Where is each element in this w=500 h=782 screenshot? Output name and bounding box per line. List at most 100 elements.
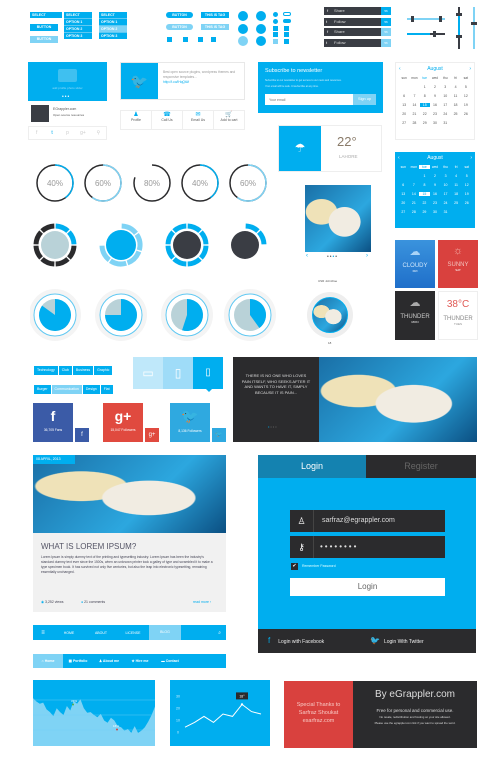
link-icon[interactable]: ⚲ (91, 127, 106, 139)
small-icon-button[interactable] (183, 37, 188, 42)
checkbox[interactable] (273, 39, 278, 44)
calendar-day[interactable]: 9 (430, 183, 441, 187)
calendar-day[interactable]: 12 (461, 183, 472, 187)
calendar-day[interactable]: 7 (409, 183, 420, 187)
calendar-day[interactable]: 3 (440, 85, 450, 89)
pinterest-icon[interactable]: p (60, 127, 75, 139)
radio-button[interactable] (273, 19, 278, 24)
calendar-day[interactable]: 29 (420, 121, 430, 125)
calendar-day[interactable]: 22 (420, 112, 430, 116)
select-dropdown-collapsed[interactable]: SELECT BUTTON BUTTON (30, 12, 62, 43)
calendar-day[interactable]: 30 (430, 210, 441, 214)
checkbox[interactable] (284, 32, 289, 37)
tag-design[interactable]: Design (82, 385, 100, 394)
next-month-button[interactable]: › (470, 155, 472, 161)
share-bar[interactable]: f Share 56 (324, 28, 391, 36)
read-more-link[interactable]: read more › (193, 600, 211, 604)
option-active[interactable]: OPTION 2 (99, 25, 127, 32)
play-circle-button[interactable] (238, 36, 248, 46)
remember-checkbox[interactable]: ✔ (291, 563, 298, 570)
slider-dots[interactable]: ••• (62, 94, 70, 100)
twitter-icon[interactable]: 🐦 (212, 428, 226, 442)
horizontal-slider[interactable] (407, 31, 445, 37)
calendar-day[interactable]: 9 (430, 94, 440, 98)
twitter-login-button[interactable]: 🐦 Login With Twitter (370, 629, 424, 654)
button[interactable]: BUTTON (30, 24, 58, 31)
small-icon-button[interactable] (198, 37, 203, 42)
calendar-day[interactable]: 16 (430, 103, 440, 107)
calendar-day[interactable]: 29 (419, 210, 430, 214)
calendar-day[interactable]: 4 (450, 85, 460, 89)
calendar-day[interactable]: 17 (440, 192, 451, 196)
calendar-day[interactable]: 6 (398, 183, 409, 187)
calendar-day[interactable]: 13 (398, 192, 409, 196)
calendar-day[interactable]: 26 (461, 112, 471, 116)
vertical-slider[interactable] (456, 7, 462, 49)
tab-register[interactable]: Register (366, 455, 476, 478)
share-bar[interactable]: f Share 56 (324, 7, 391, 15)
tag-club[interactable]: Club (58, 366, 72, 375)
small-icon-button[interactable] (167, 37, 172, 42)
nav-item-license[interactable]: LICENSE (117, 631, 149, 635)
tag-business[interactable]: Business (72, 366, 94, 375)
calendar-day[interactable]: 4 (451, 174, 462, 178)
google-plus-icon[interactable]: g+ (75, 127, 90, 139)
nav-item-hire-me[interactable]: ★ Hire me (125, 659, 155, 663)
calendar-day[interactable]: 10 (440, 94, 450, 98)
calendar-day[interactable]: 2 (430, 174, 441, 178)
tag-button[interactable]: THIS IS TAG (201, 12, 229, 18)
calendar-day[interactable]: 13 (399, 103, 409, 107)
minus-circle-button[interactable] (256, 24, 266, 34)
option[interactable]: OPTION 2 (64, 25, 92, 32)
stop-circle-button[interactable] (238, 24, 248, 34)
calendar-day[interactable]: 24 (440, 201, 451, 205)
calendar-day-selected[interactable]: 15 (419, 192, 430, 196)
calendar-day[interactable]: 16 (430, 192, 441, 196)
tag-burger[interactable]: Burger (34, 385, 51, 394)
tag-flat[interactable]: Flat (100, 385, 113, 394)
minus-circle-button[interactable] (256, 11, 266, 21)
calendar-day[interactable]: 21 (409, 201, 420, 205)
pill-button[interactable]: BUTTON (166, 12, 193, 18)
calendar-day[interactable]: 11 (450, 94, 460, 98)
calendar-day[interactable]: 31 (440, 121, 450, 125)
follow-bar[interactable]: t Follow 56 (324, 17, 391, 26)
calendar-day[interactable]: 28 (409, 210, 420, 214)
nav-item-home[interactable]: HOME (53, 631, 85, 635)
option[interactable]: OPTION 1 (99, 18, 127, 25)
nav-item-home[interactable]: ⌂ Home (33, 654, 63, 668)
horizontal-slider[interactable] (407, 16, 445, 22)
calendar-day[interactable]: 17 (440, 103, 450, 107)
option[interactable]: OPTION 3 (99, 32, 127, 39)
nav-item-portfolio[interactable]: ▦ Portfolio (63, 659, 93, 663)
search-icon[interactable]: ⌕ (181, 630, 226, 636)
nav-item-blog[interactable]: BLOG (149, 625, 181, 640)
nav-item-about-me[interactable]: ♟ About me (93, 659, 125, 663)
calendar-day[interactable]: 8 (420, 94, 430, 98)
tab-profile[interactable]: ♟ Profile (121, 111, 152, 129)
prev-month-button[interactable]: ‹ (398, 155, 400, 161)
calendar-day[interactable]: 28 (409, 121, 419, 125)
facebook-icon[interactable]: f (29, 127, 44, 139)
calendar-day[interactable]: 19 (461, 192, 472, 196)
calendar-day[interactable]: 21 (409, 112, 419, 116)
calendar-day[interactable]: 14 (409, 192, 420, 196)
radio-button[interactable] (273, 12, 278, 17)
calendar-day[interactable]: 18 (450, 103, 460, 107)
calendar-day[interactable]: 25 (450, 112, 460, 116)
calendar-day[interactable]: 18 (451, 192, 462, 196)
slider-next-button[interactable]: › (366, 253, 368, 259)
calendar-day[interactable]: 24 (440, 112, 450, 116)
follow-bar[interactable]: t Follow 56 (324, 38, 391, 47)
toggle-switch[interactable] (283, 12, 291, 16)
phone-icon[interactable]: ▯ (193, 357, 223, 392)
social-tile[interactable]: g+ 15,047 Followers (103, 403, 143, 442)
minus-circle-button[interactable] (238, 11, 248, 21)
tab-call-us[interactable]: ☎ Call Us (152, 111, 183, 129)
calendar-day[interactable]: 31 (440, 210, 451, 214)
email-input[interactable] (265, 94, 353, 105)
calendar-day[interactable]: 27 (399, 121, 409, 125)
calendar-day[interactable]: 30 (430, 121, 440, 125)
nav-item-about[interactable]: ABOUT (85, 631, 117, 635)
calendar-day[interactable]: 14 (409, 103, 419, 107)
